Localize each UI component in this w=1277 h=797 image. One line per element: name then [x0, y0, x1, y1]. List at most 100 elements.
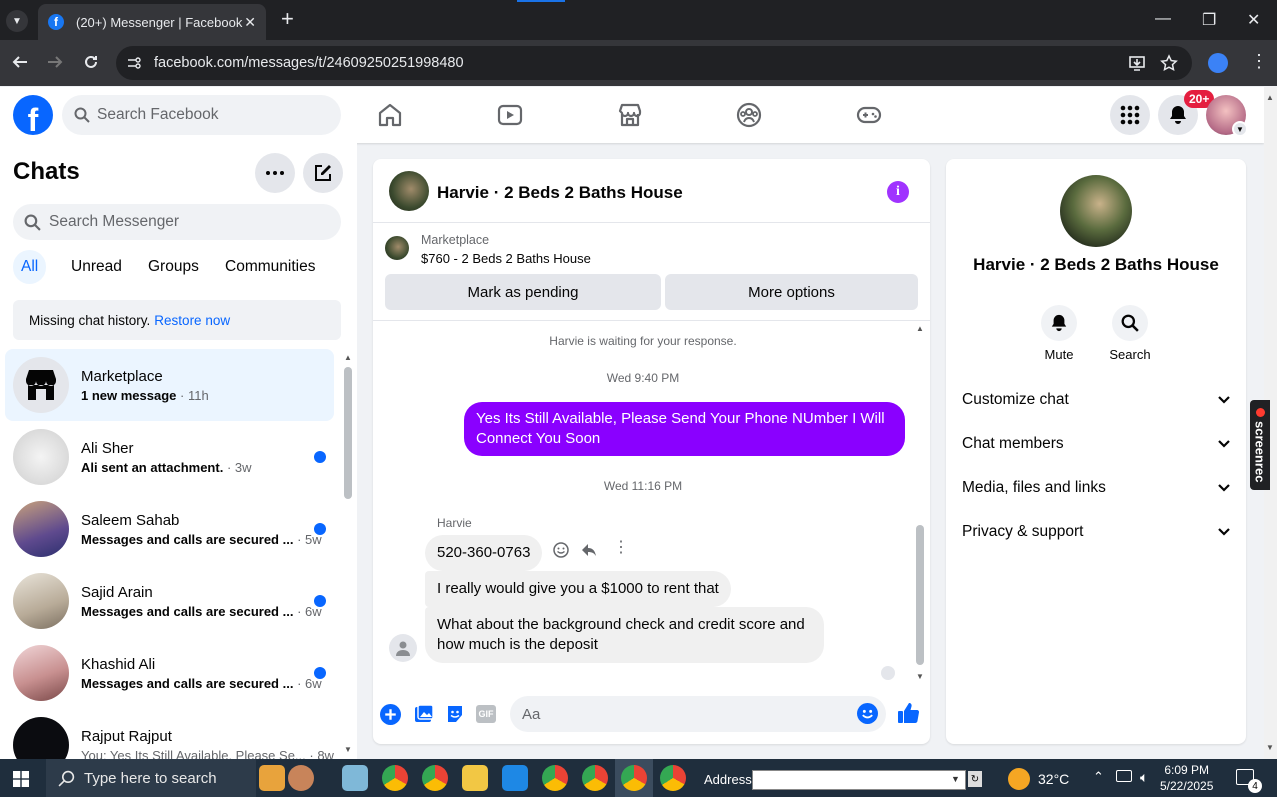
weather-sun-icon[interactable]	[1008, 768, 1030, 790]
outgoing-message[interactable]: Yes Its Still Available, Please Send You…	[464, 402, 905, 456]
media-files-links-row[interactable]: Media, files and links	[962, 466, 1230, 510]
reply-icon[interactable]	[581, 542, 597, 558]
scroll-down-icon[interactable]: ▼	[1266, 743, 1274, 752]
account-chevron-icon[interactable]: ▼	[1232, 121, 1248, 137]
chat-list-scroll-up-icon[interactable]: ▲	[344, 353, 352, 362]
groups-icon[interactable]	[736, 102, 762, 128]
taskbar-search[interactable]: Type here to search	[46, 759, 256, 797]
marketplace-icon[interactable]	[617, 102, 643, 128]
windows-start-icon[interactable]	[13, 771, 29, 787]
photo-icon[interactable]	[414, 704, 434, 724]
details-avatar[interactable]	[1060, 175, 1132, 247]
gif-icon[interactable]: GIF	[476, 705, 496, 723]
chat-item-ali-sher[interactable]: Ali Sher Ali sent an attachment. · 3w	[5, 421, 334, 493]
site-info-icon[interactable]	[126, 55, 142, 71]
minimize-icon[interactable]: —	[1155, 10, 1171, 28]
back-icon[interactable]	[12, 54, 28, 70]
incoming-message[interactable]: 520-360-0763	[425, 535, 543, 571]
privacy-support-row[interactable]: Privacy & support	[962, 510, 1230, 554]
sticker-icon[interactable]	[445, 704, 465, 724]
incoming-message[interactable]: What about the background check and cred…	[425, 607, 824, 663]
chat-item-saleem-sahab[interactable]: Saleem Sahab Messages and calls are secu…	[5, 493, 334, 565]
thread-scroll-down-icon[interactable]: ▼	[916, 672, 924, 681]
messenger-search-input[interactable]: Search Messenger	[13, 204, 341, 240]
chrome-icon[interactable]	[382, 765, 408, 791]
close-window-icon[interactable]: ✕	[1247, 10, 1260, 30]
file-explorer-icon[interactable]	[462, 765, 488, 791]
browser-menu-icon[interactable]: ⋮	[1250, 52, 1268, 70]
chat-members-row[interactable]: Chat members	[962, 422, 1230, 466]
go-icon[interactable]: ↻	[968, 771, 982, 787]
conversation-avatar[interactable]	[389, 171, 429, 211]
tray-chevron-icon[interactable]: ⌃	[1093, 769, 1104, 785]
chevron-down-icon[interactable]: ▼	[951, 774, 960, 784]
mute-button[interactable]: Mute	[1019, 305, 1099, 362]
chat-item-marketplace[interactable]: Marketplace 1 new message · 11h	[5, 349, 334, 421]
browser-tab[interactable]: f (20+) Messenger | Facebook ✕	[38, 4, 266, 40]
timestamp: Wed 11:16 PM	[603, 479, 683, 493]
new-message-icon[interactable]	[303, 153, 343, 193]
restore-now-link[interactable]: Restore now	[154, 313, 230, 328]
gaming-icon[interactable]	[856, 102, 882, 128]
url-field[interactable]: facebook.com/messages/t/2460925025199848…	[116, 46, 1192, 80]
filter-unread[interactable]: Unread	[63, 250, 130, 284]
incoming-message[interactable]: I really would give you a $1000 to rent …	[425, 571, 731, 607]
restore-icon[interactable]: ❐	[1202, 10, 1216, 30]
facebook-logo-icon[interactable]: f	[13, 95, 53, 135]
add-attachment-icon[interactable]	[380, 704, 401, 725]
scroll-up-icon[interactable]: ▲	[1266, 93, 1274, 102]
chrome-icon[interactable]	[660, 765, 686, 791]
search-icon	[24, 214, 41, 231]
message-input[interactable]: Aa	[510, 696, 886, 732]
thread-scroll-up-icon[interactable]: ▲	[916, 324, 924, 333]
chrome-icon[interactable]	[542, 765, 568, 791]
chat-options-icon[interactable]	[255, 153, 295, 193]
volume-icon[interactable]: 🔈︎	[1140, 769, 1148, 786]
bookmark-star-icon[interactable]	[1160, 54, 1178, 72]
extension-icon[interactable]	[1208, 53, 1228, 73]
thread-scrollbar[interactable]	[916, 525, 924, 665]
messenger-search-placeholder: Search Messenger	[49, 213, 180, 230]
like-thumbs-up-icon[interactable]	[897, 702, 919, 724]
hat-app-icon[interactable]	[288, 765, 314, 791]
chat-list-scrollbar[interactable]	[344, 367, 352, 499]
address-toolbar-input[interactable]: ▼	[752, 770, 966, 790]
home-icon[interactable]	[377, 102, 403, 128]
chat-item-khashid-ali[interactable]: Khashid Ali Messages and calls are secur…	[5, 637, 334, 709]
chrome-icon[interactable]	[582, 765, 608, 791]
mark-as-pending-button[interactable]: Mark as pending	[385, 274, 661, 310]
message-more-icon[interactable]: ⋮	[613, 540, 629, 556]
tab-list-button[interactable]: ▼	[6, 10, 28, 32]
network-icon[interactable]	[1116, 770, 1132, 782]
more-options-button[interactable]: More options	[665, 274, 918, 310]
facebook-favicon-icon: f	[48, 14, 64, 30]
facebook-search-input[interactable]: Search Facebook	[62, 95, 341, 135]
books-app-icon[interactable]	[259, 765, 285, 791]
filter-communities[interactable]: Communities	[217, 250, 323, 284]
chrome-icon[interactable]	[621, 765, 647, 791]
chat-item-sajid-arain[interactable]: Sajid Arain Messages and calls are secur…	[5, 565, 334, 637]
temperature[interactable]: 32°C	[1038, 771, 1069, 787]
reload-icon[interactable]	[83, 54, 99, 70]
info-icon[interactable]: i	[887, 181, 909, 203]
install-app-icon[interactable]	[1128, 54, 1146, 72]
video-icon[interactable]	[497, 102, 523, 128]
tab-close-icon[interactable]: ✕	[244, 14, 256, 31]
notepad-app-icon[interactable]	[342, 765, 368, 791]
new-tab-icon[interactable]: +	[281, 8, 294, 30]
conversation-title[interactable]: Harvie · 2 Beds 2 Baths House	[437, 183, 683, 203]
chat-list-scroll-down-icon[interactable]: ▼	[344, 745, 352, 754]
filter-groups[interactable]: Groups	[140, 250, 207, 284]
forward-icon[interactable]	[47, 54, 63, 70]
screenrec-widget[interactable]: screenrec	[1250, 400, 1270, 490]
missing-history-text: Missing chat history.	[29, 312, 151, 328]
customize-chat-row[interactable]: Customize chat	[962, 378, 1230, 422]
remote-app-icon[interactable]	[502, 765, 528, 791]
search-in-conversation-button[interactable]: Search	[1090, 305, 1170, 362]
filter-all[interactable]: All	[13, 250, 47, 284]
react-emoji-icon[interactable]	[553, 542, 569, 558]
chrome-icon[interactable]	[422, 765, 448, 791]
system-clock[interactable]: 6:09 PM 5/22/2025	[1160, 762, 1213, 794]
menu-grid-icon[interactable]	[1110, 95, 1150, 135]
emoji-icon[interactable]	[857, 703, 878, 724]
